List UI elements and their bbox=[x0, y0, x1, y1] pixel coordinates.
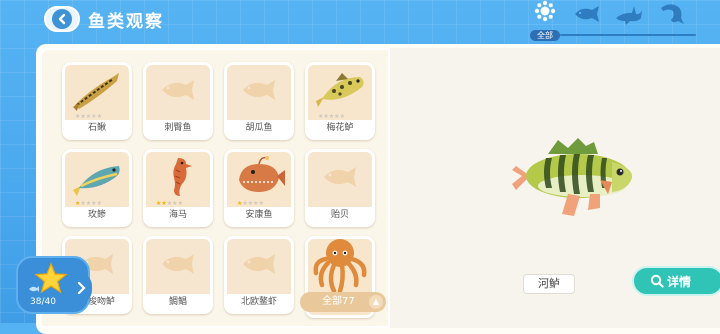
tab-all[interactable] bbox=[528, 0, 562, 30]
magnifier-icon bbox=[650, 274, 664, 288]
fish-card[interactable]: 鲷鲳 bbox=[143, 236, 213, 314]
all-filter-icon bbox=[534, 0, 556, 22]
star-rating: ★★★★★ bbox=[156, 200, 183, 207]
locked-fish-silhouette-icon bbox=[146, 65, 210, 115]
fish-card-label: 贻贝 bbox=[308, 207, 372, 225]
fish-thumbnail bbox=[146, 152, 210, 202]
locked-fish-silhouette-icon bbox=[227, 65, 291, 115]
fish-thumbnail bbox=[308, 239, 372, 294]
back-arrow-icon bbox=[52, 9, 72, 29]
fish-card[interactable]: ★★★★★ 石鳅 bbox=[62, 62, 132, 140]
tab-dolphin[interactable] bbox=[654, 2, 688, 32]
detail-button[interactable]: 详情 bbox=[632, 266, 720, 296]
small-fish-icon bbox=[29, 286, 39, 292]
star-rating: ★★★★★ bbox=[237, 200, 264, 207]
selected-fish-image bbox=[512, 138, 633, 216]
total-filter-pill[interactable]: 全部77 ▲ bbox=[300, 292, 386, 312]
star-rating: ★★★★★ bbox=[75, 113, 102, 120]
fish-card-label: 石鳅 bbox=[65, 120, 129, 138]
fish-card-label: 梅花鲈 bbox=[308, 120, 372, 138]
fish-card-label: 玫鲹 bbox=[65, 207, 129, 225]
fish-card[interactable]: 贻贝 bbox=[305, 149, 375, 227]
fish-thumbnail bbox=[308, 65, 372, 115]
fish-thumbnail bbox=[227, 152, 291, 202]
fish-card[interactable]: 胡瓜鱼 bbox=[224, 62, 294, 140]
filter-underline bbox=[560, 34, 696, 36]
locked-fish-silhouette-icon bbox=[146, 239, 210, 289]
total-filter-label: 全部77 bbox=[322, 296, 355, 307]
fish-card-label: 鲷鲳 bbox=[146, 294, 210, 312]
star-progress-count: 38/40 bbox=[30, 297, 56, 307]
fish-card-label: 安康鱼 bbox=[227, 207, 291, 225]
selected-fish-name: 河鲈 bbox=[523, 274, 575, 294]
fish-card-label: 北欧鳌虾 bbox=[227, 294, 291, 312]
tab-shark[interactable] bbox=[612, 4, 646, 34]
fish-card[interactable]: ★★★★★ 安康鱼 bbox=[224, 149, 294, 227]
fish-card[interactable]: ★★★★★ 海马 bbox=[143, 149, 213, 227]
fish-thumbnail bbox=[65, 65, 129, 115]
tab-all-label: 全部 bbox=[530, 30, 560, 41]
locked-fish-silhouette-icon bbox=[308, 152, 372, 202]
fish-card[interactable]: ★★★★★ 玫鲹 bbox=[62, 149, 132, 227]
fish-card[interactable]: ★★★★★ 梅花鲈 bbox=[305, 62, 375, 140]
chevron-right-icon bbox=[77, 281, 86, 295]
star-rating: ★★★★★ bbox=[75, 200, 102, 207]
fish-card[interactable]: 北欧鳌虾 bbox=[224, 236, 294, 314]
fish-card-label: 刺臀鱼 bbox=[146, 120, 210, 138]
fish-card[interactable]: 刺臀鱼 bbox=[143, 62, 213, 140]
header: 鱼类观察 全部 bbox=[0, 0, 720, 41]
fish-card-label: 海马 bbox=[146, 207, 210, 225]
fish-icon bbox=[575, 6, 599, 22]
shark-icon bbox=[616, 6, 642, 25]
collapse-up-icon[interactable]: ▲ bbox=[369, 295, 383, 309]
page-title: 鱼类观察 bbox=[88, 12, 164, 32]
dolphin-icon bbox=[661, 4, 684, 24]
fish-thumbnail bbox=[65, 152, 129, 202]
back-button[interactable] bbox=[44, 6, 80, 32]
locked-fish-silhouette-icon bbox=[227, 239, 291, 289]
fish-card-label: 胡瓜鱼 bbox=[227, 120, 291, 138]
star-rating: ★★★★★ bbox=[318, 113, 345, 120]
tab-fish[interactable] bbox=[570, 4, 604, 34]
detail-button-label: 详情 bbox=[667, 274, 692, 289]
